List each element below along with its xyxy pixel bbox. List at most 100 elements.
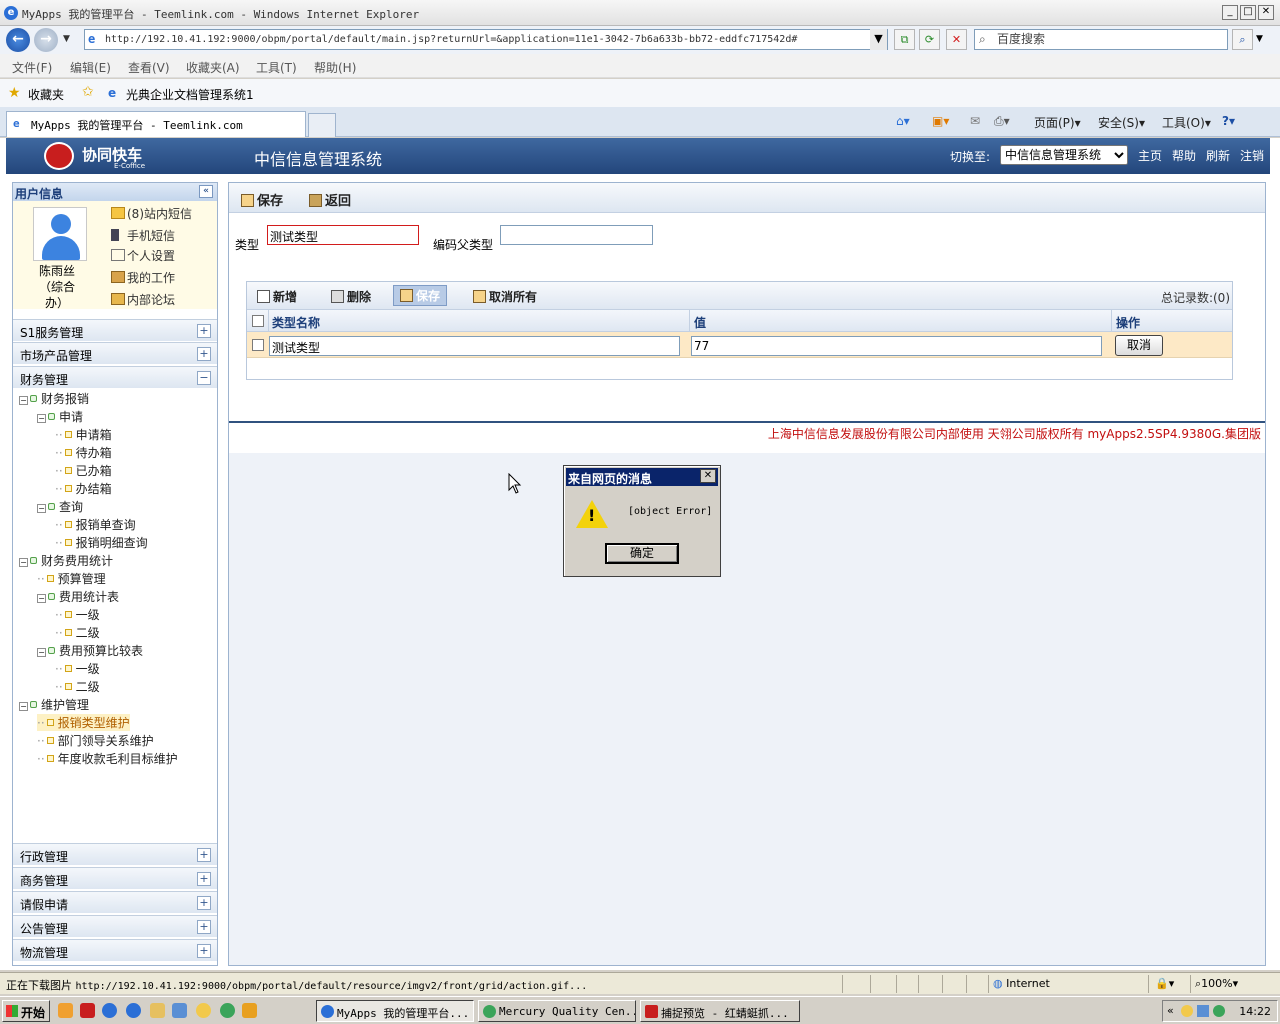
tree-folder[interactable]: − 维护管理 <box>19 696 89 713</box>
quicklaunch-icon[interactable] <box>196 1003 211 1018</box>
search-go-icon[interactable]: ⌕ <box>1232 29 1253 50</box>
address-dropdown-icon[interactable]: ▼ <box>870 29 887 50</box>
dialog-ok-button[interactable]: 确定 <box>605 543 679 564</box>
tree-item[interactable]: ·· 二级 <box>55 624 100 641</box>
compatibility-view-icon[interactable]: ⧉ <box>894 29 915 50</box>
zoom-level[interactable]: ⌕100%▾ <box>1190 975 1238 993</box>
safety-menu[interactable]: 安全(S)▾ <box>1098 114 1145 131</box>
history-dropdown-icon[interactable]: ▼ <box>63 34 70 44</box>
help-link[interactable]: 帮助 <box>1172 147 1196 164</box>
menu-tools[interactable]: 工具(T) <box>256 59 297 76</box>
back-arrow-icon[interactable]: ← <box>6 28 30 52</box>
ie-quicklaunch-icon[interactable] <box>126 1003 141 1018</box>
search-input[interactable]: ⌕ 百度搜索 <box>974 29 1228 50</box>
tree-item[interactable]: ·· 申请箱 <box>55 426 112 443</box>
logout-link[interactable]: 注销 <box>1240 147 1264 164</box>
quicklaunch-icon[interactable] <box>242 1003 257 1018</box>
home-link[interactable]: 主页 <box>1138 147 1162 164</box>
close-window-button[interactable]: ✕ <box>1258 5 1274 20</box>
tree-collapse-icon[interactable]: − <box>19 558 28 567</box>
menu-view[interactable]: 查看(V) <box>128 59 170 76</box>
tree-folder[interactable]: − 财务报销 <box>19 390 89 407</box>
cancel-all-button[interactable]: 取消所有 <box>473 288 537 305</box>
start-button[interactable]: 开始 <box>2 1000 50 1022</box>
mail-icon[interactable]: ✉ <box>970 114 980 128</box>
tree-collapse-icon[interactable]: − <box>37 594 46 603</box>
row-cancel-button[interactable]: 取消 <box>1115 335 1163 356</box>
tree-item[interactable]: ·· 报销明细查询 <box>55 534 148 551</box>
sms-link[interactable]: 手机短信 <box>111 227 175 244</box>
search-options-icon[interactable]: ▼ <box>1256 34 1263 44</box>
tray-expand-icon[interactable]: « <box>1167 1004 1174 1017</box>
taskbar-item[interactable]: Mercury Quality Cen... <box>478 1000 636 1022</box>
taskbar-item[interactable]: MyApps 我的管理平台... <box>316 1000 474 1022</box>
new-tab-button[interactable] <box>308 113 336 137</box>
save-button[interactable]: 保存 <box>241 190 283 209</box>
address-input[interactable]: e http://192.10.41.192:9000/obpm/portal/… <box>84 29 888 50</box>
tree-item[interactable]: ·· 已办箱 <box>55 462 112 479</box>
section-admin[interactable]: 行政管理 + <box>13 843 217 865</box>
refresh-icon[interactable]: ⟳ <box>919 29 940 50</box>
page-menu[interactable]: 页面(P)▾ <box>1034 114 1081 131</box>
quicklaunch-icon[interactable] <box>58 1003 73 1018</box>
protected-mode-icon[interactable]: 🔒▾ <box>1148 975 1174 993</box>
refresh-link[interactable]: 刷新 <box>1206 147 1230 164</box>
quicklaunch-icon[interactable] <box>150 1003 165 1018</box>
tree-item[interactable]: ·· 报销单查询 <box>55 516 136 533</box>
tree-collapse-icon[interactable]: − <box>19 702 28 711</box>
tree-item[interactable]: ·· 报销类型维护 <box>37 714 130 731</box>
taskbar-item[interactable]: 捕捉预览 - 红蜻蜓抓... <box>640 1000 800 1022</box>
section-logistics[interactable]: 物流管理 + <box>13 939 217 961</box>
quicklaunch-icon[interactable] <box>172 1003 187 1018</box>
collapse-sidebar-icon[interactable]: « <box>199 185 213 198</box>
section-business[interactable]: 商务管理 + <box>13 867 217 889</box>
tree-collapse-icon[interactable]: − <box>37 648 46 657</box>
feeds-icon[interactable]: ▣▾ <box>932 114 949 128</box>
tree-collapse-icon[interactable]: − <box>37 414 46 423</box>
row-value-input[interactable]: 77 <box>691 336 1102 356</box>
add-favorite-icon[interactable]: ✩ <box>82 84 94 100</box>
menu-favorites[interactable]: 收藏夹(A) <box>186 59 240 76</box>
tree-item[interactable]: ·· 二级 <box>55 678 100 695</box>
section-market-product[interactable]: 市场产品管理 + <box>13 342 217 364</box>
print-icon[interactable]: ⎙▾ <box>994 114 1010 129</box>
system-switch-select[interactable]: 中信信息管理系统 <box>1000 145 1128 165</box>
tree-collapse-icon[interactable]: − <box>19 396 28 405</box>
type-input[interactable]: 测试类型 <box>267 225 419 245</box>
internal-forum-link[interactable]: 内部论坛 <box>111 291 175 308</box>
grid-save-button[interactable]: 保存 <box>393 285 448 306</box>
tree-folder[interactable]: − 申请 <box>37 408 83 425</box>
tree-folder[interactable]: − 财务费用统计 <box>19 552 113 569</box>
tree-item[interactable]: ·· 待办箱 <box>55 444 112 461</box>
my-work-link[interactable]: 我的工作 <box>111 269 175 286</box>
forward-arrow-icon[interactable]: → <box>34 28 58 52</box>
tree-item[interactable]: ·· 一级 <box>55 660 100 677</box>
parent-type-input[interactable] <box>500 225 653 245</box>
tree-item[interactable]: ·· 部门领导关系维护 <box>37 732 154 749</box>
tree-folder[interactable]: − 费用预算比较表 <box>37 642 143 659</box>
row-checkbox[interactable] <box>252 339 264 351</box>
section-s1-service[interactable]: S1服务管理 + <box>13 319 217 341</box>
menu-help[interactable]: 帮助(H) <box>314 59 356 76</box>
add-button[interactable]: 新增 <box>257 288 297 305</box>
quicklaunch-icon[interactable] <box>220 1003 235 1018</box>
tree-item[interactable]: ·· 年度收款毛利目标维护 <box>37 750 178 767</box>
section-leave-request[interactable]: 请假申请 + <box>13 891 217 913</box>
favorite-link[interactable]: 光典企业文档管理系统1 <box>126 86 254 103</box>
quicklaunch-icon[interactable] <box>102 1003 117 1018</box>
menu-file[interactable]: 文件(F) <box>12 59 52 76</box>
section-announcement[interactable]: 公告管理 + <box>13 915 217 937</box>
minimize-button[interactable]: _ <box>1222 5 1238 20</box>
maximize-button[interactable]: □ <box>1240 5 1256 20</box>
help-icon[interactable]: ?▾ <box>1222 114 1235 128</box>
section-finance[interactable]: 财务管理 − <box>13 366 217 388</box>
row-type-name-input[interactable]: 测试类型 <box>269 336 680 356</box>
tray-icon[interactable] <box>1197 1005 1209 1017</box>
menu-edit[interactable]: 编辑(E) <box>70 59 111 76</box>
tree-item[interactable]: ·· 办结箱 <box>55 480 112 497</box>
quicklaunch-icon[interactable] <box>80 1003 95 1018</box>
delete-button[interactable]: 删除 <box>331 288 371 305</box>
tree-item[interactable]: ·· 预算管理 <box>37 570 106 587</box>
tray-icon[interactable] <box>1181 1005 1193 1017</box>
stop-icon[interactable]: ✕ <box>946 29 967 50</box>
